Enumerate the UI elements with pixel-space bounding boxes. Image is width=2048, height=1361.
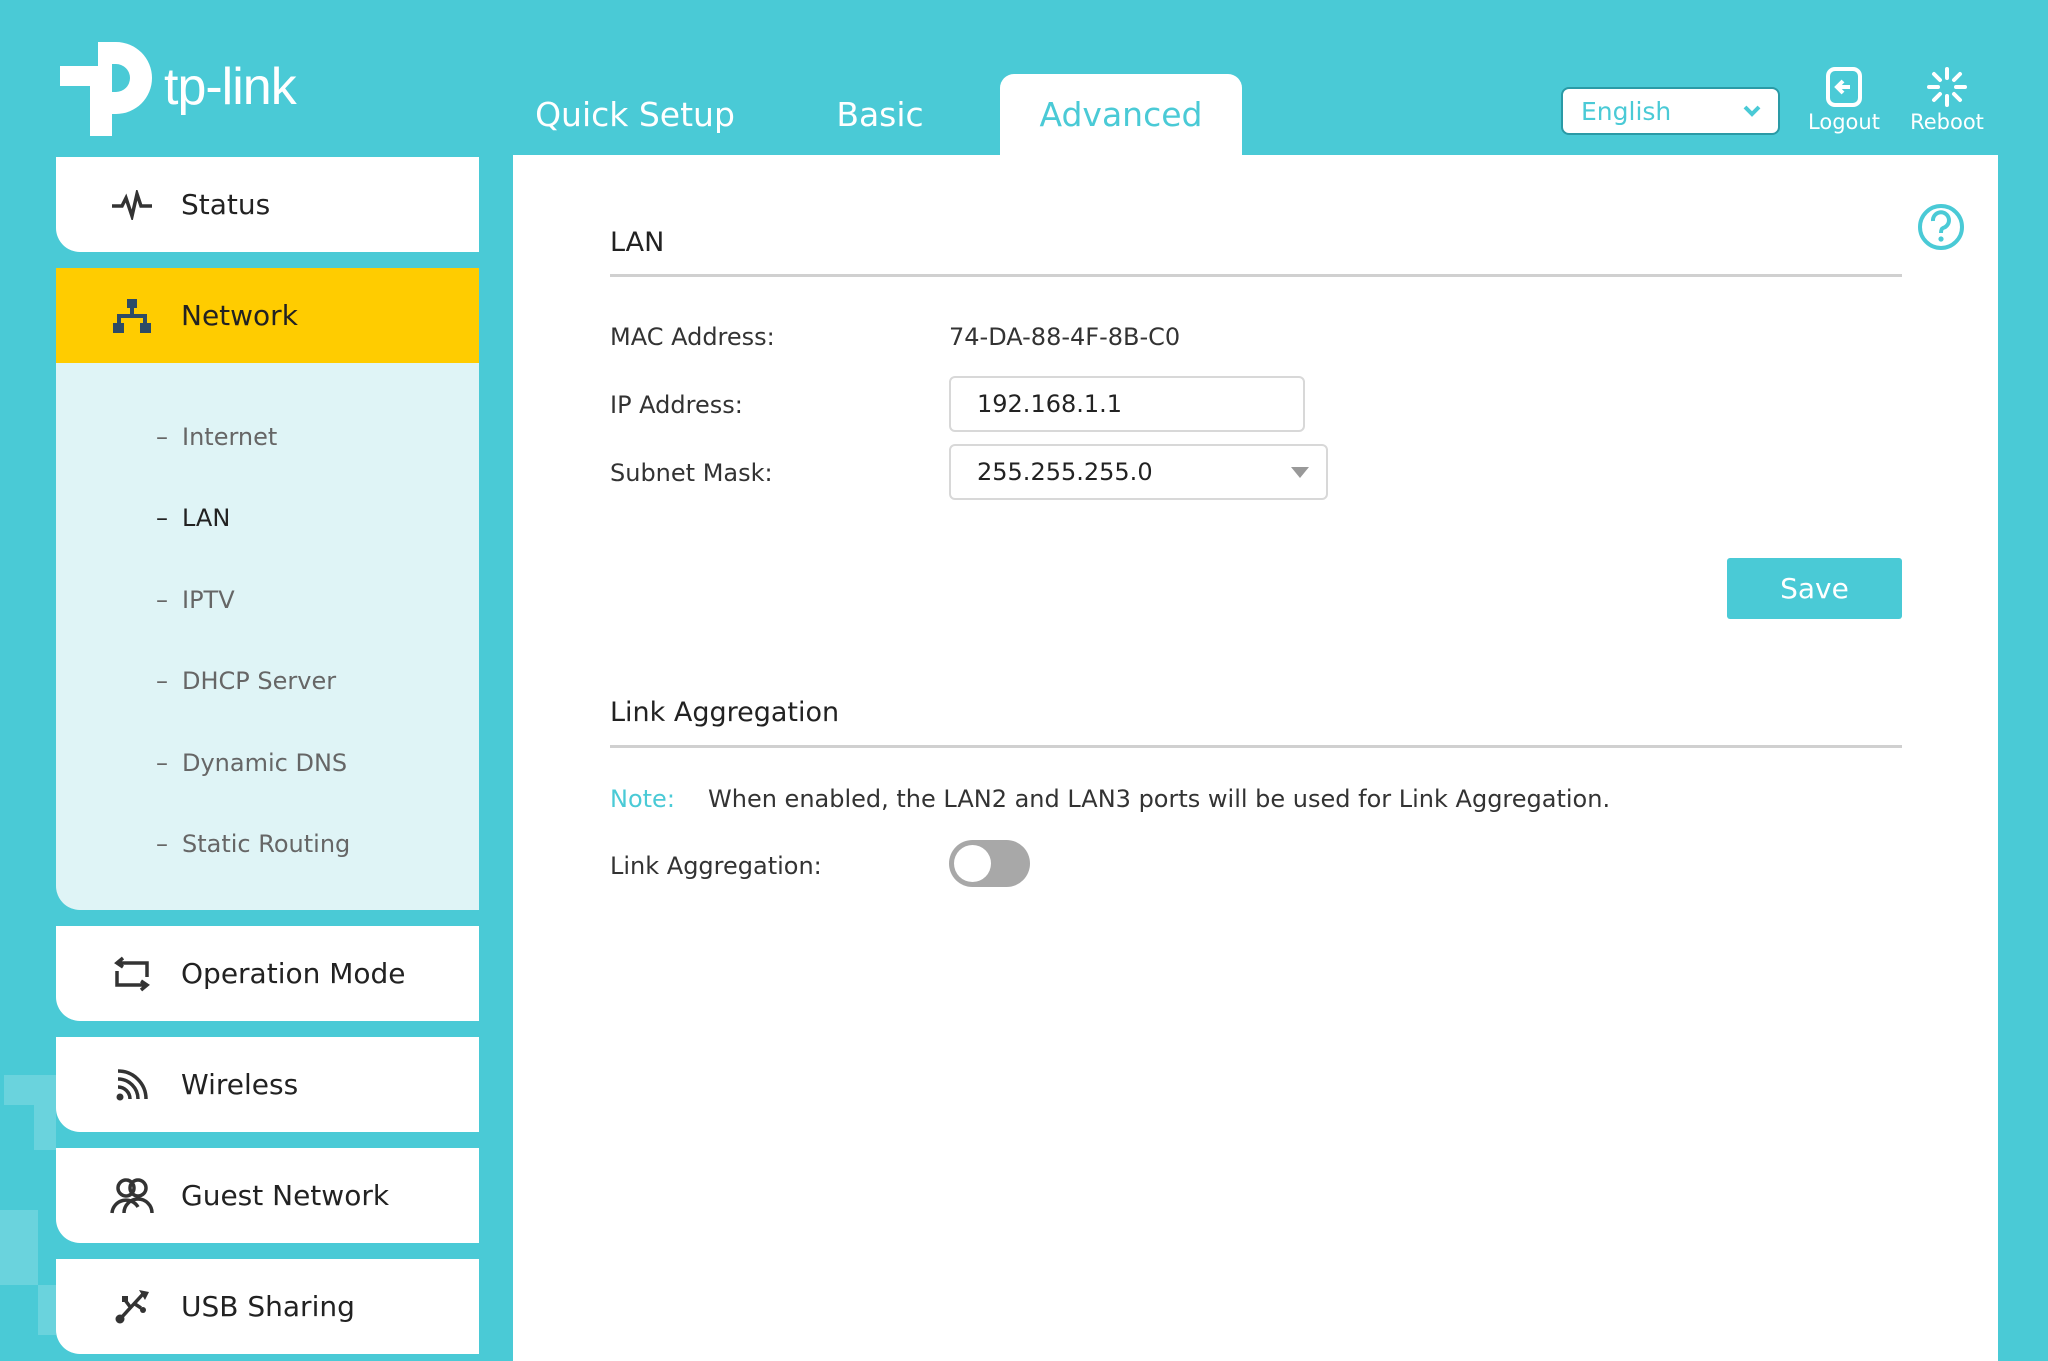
logout-icon <box>1826 67 1862 107</box>
background-decoration <box>0 1210 38 1285</box>
network-submenu: – Internet – LAN – IPTV – DHCP Server – Dynam… <box>56 363 479 910</box>
submenu-label: Dynamic DNS <box>182 749 348 777</box>
submenu-item-iptv[interactable]: – IPTV <box>156 586 235 614</box>
sidebar-item-status[interactable]: Status <box>56 157 479 252</box>
wireless-icon <box>107 1067 157 1103</box>
sidebar-item-label: Guest Network <box>181 1179 390 1212</box>
subnet-mask-label: Subnet Mask: <box>610 459 773 487</box>
sidebar-item-wireless[interactable]: Wireless <box>56 1037 479 1132</box>
main-panel: LAN MAC Address: 74-DA-88-4F-8B-C0 IP Ad… <box>513 155 1998 1361</box>
sidebar-item-label: Wireless <box>181 1068 299 1101</box>
sidebar-item-operation-mode[interactable]: Operation Mode <box>56 926 479 1021</box>
sidebar-item-network[interactable]: Network <box>56 268 479 363</box>
logo-text: tp-link <box>164 58 297 116</box>
mac-address-label: MAC Address: <box>610 323 775 351</box>
tab-quick-setup[interactable]: Quick Setup <box>530 74 740 155</box>
submenu-item-dynamic-dns[interactable]: – Dynamic DNS <box>156 749 347 777</box>
subnet-mask-value: 255.255.255.0 <box>977 458 1153 486</box>
language-select[interactable]: English <box>1561 87 1780 135</box>
submenu-label: LAN <box>182 504 231 532</box>
sidebar-item-label: Network <box>181 299 298 332</box>
section-title-link-aggregation: Link Aggregation <box>610 697 840 728</box>
tab-basic[interactable]: Basic <box>810 74 950 155</box>
language-value: English <box>1581 96 1672 126</box>
sidebar-item-label: Status <box>181 188 271 221</box>
save-button[interactable]: Save <box>1727 558 1902 619</box>
sidebar-item-guest-network[interactable]: Guest Network <box>56 1148 479 1243</box>
submenu-item-lan[interactable]: – LAN <box>156 504 230 532</box>
submenu-label: Static Routing <box>182 830 351 858</box>
submenu-item-dhcp-server[interactable]: – DHCP Server <box>156 667 336 695</box>
note-label: Note: <box>610 785 675 813</box>
operation-mode-icon <box>107 955 157 993</box>
background-decoration <box>34 1105 56 1150</box>
sidebar-item-usb-sharing[interactable]: USB Sharing <box>56 1259 479 1354</box>
logout-label: Logout <box>1808 110 1880 134</box>
usb-icon <box>107 1288 157 1326</box>
ip-address-label: IP Address: <box>610 391 743 419</box>
submenu-label: DHCP Server <box>182 667 337 695</box>
note-text: When enabled, the LAN2 and LAN3 ports wi… <box>708 785 1611 813</box>
divider <box>610 274 1902 277</box>
logo-mark-icon <box>60 42 152 136</box>
submenu-label: IPTV <box>182 586 235 614</box>
pulse-icon <box>107 189 157 220</box>
users-icon <box>107 1177 157 1215</box>
help-icon[interactable] <box>1916 202 1966 252</box>
reboot-button[interactable]: Reboot <box>1902 66 1992 134</box>
sidebar-item-label: USB Sharing <box>181 1290 355 1323</box>
mac-address-value: 74-DA-88-4F-8B-C0 <box>949 323 1181 351</box>
submenu-item-static-routing[interactable]: – Static Routing <box>156 830 350 858</box>
subnet-mask-select[interactable]: 255.255.255.0 <box>949 444 1328 500</box>
ip-address-input[interactable]: 192.168.1.1 <box>949 376 1305 432</box>
submenu-label: Internet <box>182 423 278 451</box>
ip-address-value: 192.168.1.1 <box>977 390 1123 418</box>
tab-advanced[interactable]: Advanced <box>1000 74 1242 155</box>
background-decoration <box>38 1285 56 1335</box>
background-decoration <box>4 1075 56 1105</box>
logout-button[interactable]: Logout <box>1799 66 1889 134</box>
link-aggregation-toggle[interactable] <box>949 840 1030 887</box>
network-icon <box>107 298 157 334</box>
link-aggregation-label: Link Aggregation: <box>610 852 822 880</box>
toggle-knob <box>954 845 991 882</box>
section-title-lan: LAN <box>610 227 665 258</box>
submenu-item-internet[interactable]: – Internet <box>156 423 277 451</box>
sidebar-item-label: Operation Mode <box>181 957 406 990</box>
reboot-label: Reboot <box>1910 110 1984 134</box>
divider <box>610 745 1902 748</box>
tp-link-logo: tp-link <box>56 38 297 136</box>
reboot-icon <box>1927 67 1967 107</box>
chevron-down-icon <box>1743 105 1761 117</box>
caret-down-icon <box>1291 467 1309 478</box>
